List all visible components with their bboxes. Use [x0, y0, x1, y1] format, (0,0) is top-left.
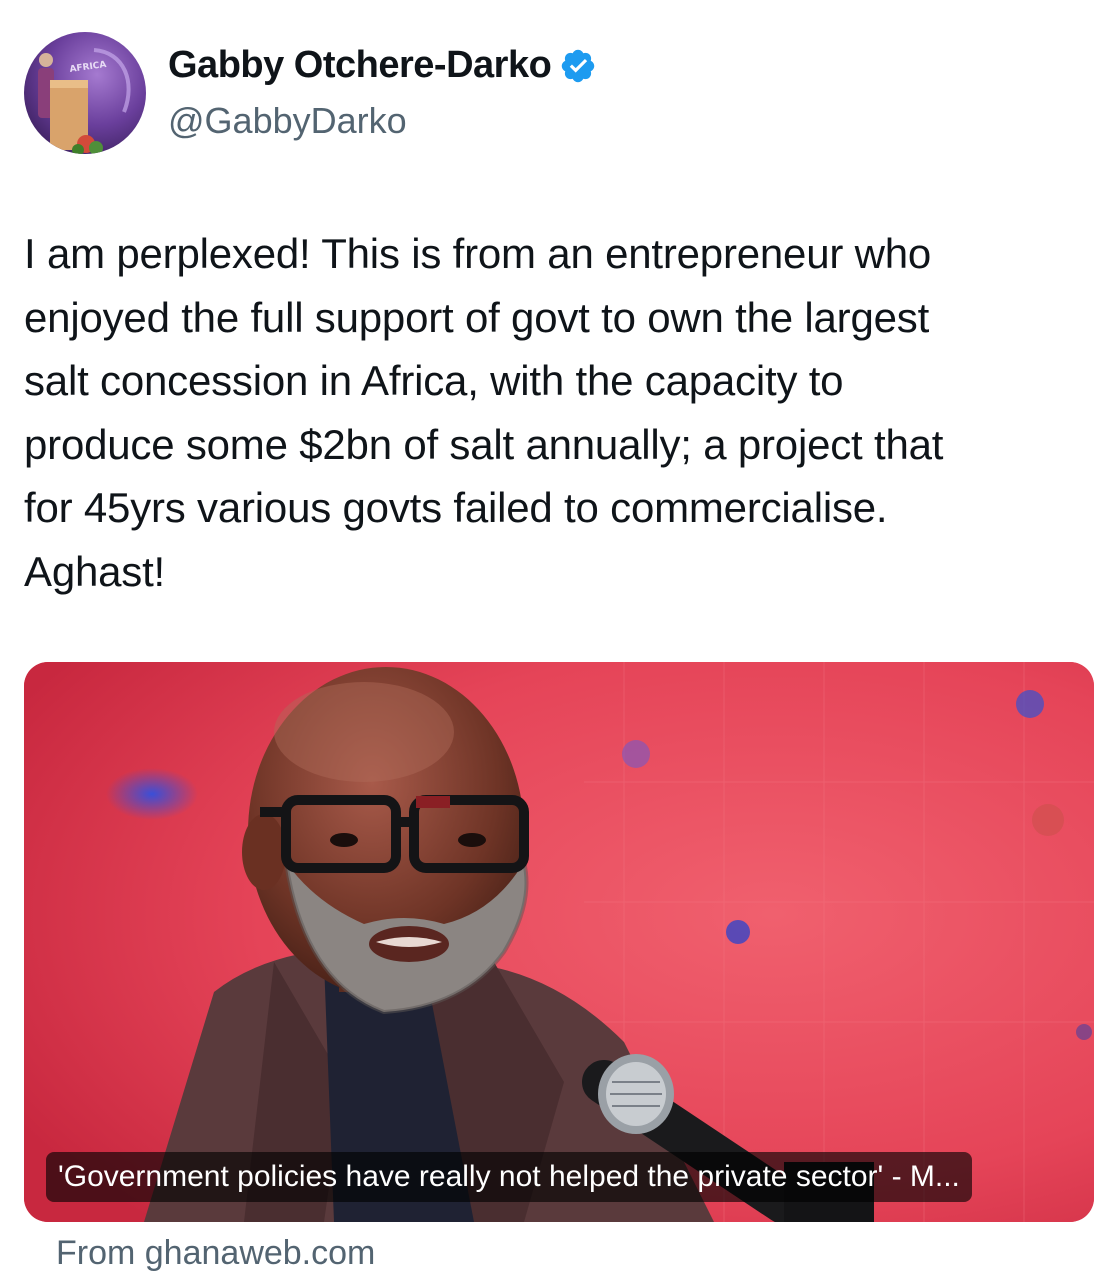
link-card-caption: 'Government policies have really not hel… [46, 1152, 972, 1202]
tweet-text: I am perplexed! This is from an entrepre… [24, 230, 944, 595]
link-source-domain[interactable]: From ghanaweb.com [56, 1234, 375, 1273]
author-display-name[interactable]: Gabby Otchere-Darko [168, 44, 552, 87]
verified-badge-icon[interactable] [559, 47, 597, 85]
tweet: AFRICA Gabby Otchere-Darko @GabbyDarko I… [0, 0, 1118, 1280]
author-avatar[interactable]: AFRICA [24, 32, 146, 154]
author-handle[interactable]: @GabbyDarko [168, 100, 407, 142]
author-name-row: Gabby Otchere-Darko [168, 44, 597, 87]
link-card[interactable]: 'Government policies have really not hel… [24, 662, 1094, 1222]
avatar-photo-icon: AFRICA [24, 32, 146, 154]
card-image-photo-icon [24, 662, 1094, 1222]
